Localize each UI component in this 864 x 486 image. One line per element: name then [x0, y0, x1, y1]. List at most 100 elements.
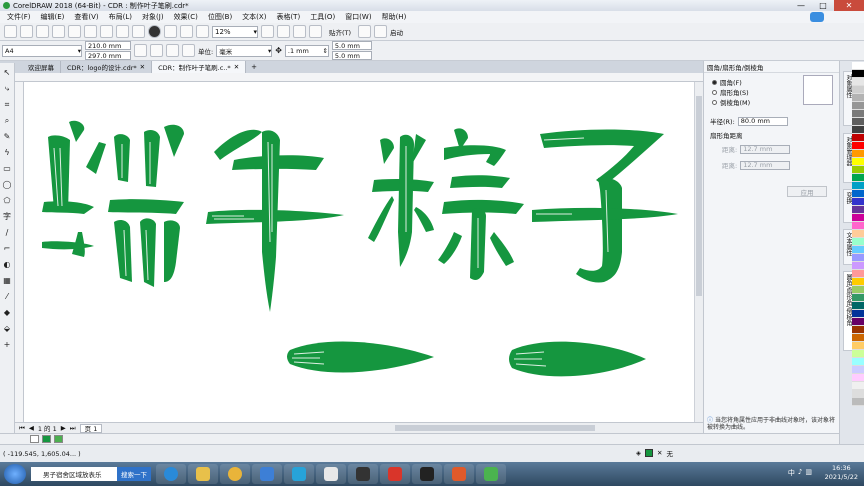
scroll-thumb[interactable]	[696, 96, 702, 296]
portrait-icon[interactable]	[134, 44, 147, 57]
document-tab-1[interactable]: CDR：logo的设计.cdr* ✕	[61, 61, 153, 73]
app-icon-5[interactable]	[412, 464, 442, 484]
polygon-tool-icon[interactable]: ⬠	[2, 195, 12, 207]
swatch-light-green[interactable]	[54, 435, 63, 443]
apply-button[interactable]: 应用	[787, 186, 827, 197]
import-icon[interactable]	[164, 25, 177, 38]
text-tool-icon[interactable]: 字	[2, 211, 12, 223]
new-document-icon[interactable]	[4, 25, 17, 38]
clock[interactable]: 16:36 2021/5/22	[825, 464, 858, 482]
open-icon[interactable]	[20, 25, 33, 38]
menu-item-7[interactable]: 文本(X)	[237, 12, 271, 22]
redo-icon[interactable]	[132, 25, 145, 38]
palette-swatch-18[interactable]	[852, 206, 864, 214]
palette-swatch-28[interactable]	[852, 286, 864, 294]
palette-swatch-23[interactable]	[852, 246, 864, 254]
palette-swatch-31[interactable]	[852, 310, 864, 318]
palette-swatch-20[interactable]	[852, 222, 864, 230]
menu-item-3[interactable]: 布局(L)	[104, 12, 137, 22]
units-select[interactable]: 毫米 ▾	[216, 44, 273, 57]
chrome-icon[interactable]	[220, 464, 250, 484]
app-icon-6[interactable]	[444, 464, 474, 484]
palette-swatch-7[interactable]	[852, 118, 864, 126]
ie-browser-icon[interactable]	[156, 464, 186, 484]
volume-icon[interactable]: ♪	[798, 468, 802, 478]
landscape-icon[interactable]	[150, 44, 163, 57]
app-icon-1[interactable]	[252, 464, 282, 484]
app-launcher-icon[interactable]	[374, 25, 388, 38]
menu-item-9[interactable]: 工具(O)	[305, 12, 340, 22]
parallel-dimension-icon[interactable]: ∕	[2, 227, 12, 239]
page-tab[interactable]: 页 1	[79, 423, 103, 433]
duplicate-y-field[interactable]: 5.0 mm	[331, 51, 372, 60]
first-page-icon[interactable]: ⏮	[19, 424, 25, 433]
palette-swatch-41[interactable]	[852, 390, 864, 398]
pick-tool-icon[interactable]: ↖	[2, 67, 12, 79]
ime-icon[interactable]: 中	[788, 468, 795, 478]
palette-swatch-33[interactable]	[852, 326, 864, 334]
print-icon[interactable]	[52, 25, 65, 38]
palette-swatch-16[interactable]	[852, 190, 864, 198]
foxit-icon[interactable]	[380, 464, 410, 484]
menu-item-2[interactable]: 查看(V)	[69, 12, 103, 22]
full-screen-icon[interactable]	[261, 25, 274, 38]
palette-swatch-13[interactable]	[852, 166, 864, 174]
distance-field-1[interactable]: 12.7 mm	[740, 144, 791, 154]
rulers-icon[interactable]	[277, 25, 290, 38]
menu-item-1[interactable]: 编辑(E)	[36, 12, 70, 22]
palette-swatch-29[interactable]	[852, 294, 864, 302]
snap-to-menu[interactable]: 贴齐(T)	[329, 27, 351, 37]
page-width-field[interactable]: 210.0 mm	[85, 41, 131, 50]
options-gear-icon[interactable]	[358, 25, 372, 38]
paste-icon[interactable]	[100, 25, 113, 38]
palette-swatch-42[interactable]	[852, 398, 864, 406]
palette-swatch-8[interactable]	[852, 126, 864, 134]
palette-swatch-2[interactable]	[852, 78, 864, 86]
palette-swatch-39[interactable]	[852, 374, 864, 382]
cut-icon[interactable]	[68, 25, 81, 38]
fill-color-swatch[interactable]	[645, 449, 653, 457]
palette-swatch-35[interactable]	[852, 342, 864, 350]
palette-swatch-4[interactable]	[852, 94, 864, 102]
grid-icon[interactable]	[293, 25, 306, 38]
search-input[interactable]: 男子宿舍区域放表乐	[31, 467, 117, 481]
palette-swatch-15[interactable]	[852, 182, 864, 190]
start-button[interactable]	[4, 464, 26, 484]
outline-icon[interactable]: ✕	[657, 449, 662, 457]
close-tab-icon[interactable]: ✕	[234, 63, 239, 71]
swatch-none[interactable]	[30, 435, 39, 443]
undo-icon[interactable]	[116, 25, 129, 38]
launch-menu[interactable]: 启动	[390, 27, 403, 37]
horizontal-ruler[interactable]	[15, 73, 703, 82]
add-tool-icon[interactable]: +	[2, 339, 12, 351]
palette-swatch-34[interactable]	[852, 334, 864, 342]
app-icon-2[interactable]	[284, 464, 314, 484]
palette-swatch-22[interactable]	[852, 238, 864, 246]
prev-page-icon[interactable]: ◀	[29, 424, 34, 432]
duplicate-x-field[interactable]: 5.0 mm	[331, 41, 372, 50]
current-page-icon[interactable]	[182, 44, 195, 57]
file-explorer-icon[interactable]	[188, 464, 218, 484]
copy-icon[interactable]	[84, 25, 97, 38]
next-page-icon[interactable]: ▶	[61, 424, 66, 432]
palette-swatch-11[interactable]	[852, 150, 864, 158]
vertical-scrollbar[interactable]	[694, 82, 703, 422]
palette-swatch-19[interactable]	[852, 214, 864, 222]
palette-swatch-12[interactable]	[852, 158, 864, 166]
palette-swatch-32[interactable]	[852, 318, 864, 326]
palette-swatch-36[interactable]	[852, 350, 864, 358]
palette-swatch-1[interactable]	[852, 70, 864, 78]
palette-swatch-38[interactable]	[852, 366, 864, 374]
app-icon-3[interactable]	[316, 464, 346, 484]
palette-swatch-27[interactable]	[852, 278, 864, 286]
search-content-icon[interactable]	[148, 25, 161, 38]
page-height-field[interactable]: 297.0 mm	[85, 51, 131, 60]
last-page-icon[interactable]: ⏭	[70, 424, 76, 433]
palette-swatch-30[interactable]	[852, 302, 864, 310]
palette-swatch-21[interactable]	[852, 230, 864, 238]
menu-item-10[interactable]: 窗口(W)	[340, 12, 376, 22]
new-tab-icon[interactable]: +	[246, 63, 262, 71]
close-button[interactable]: ✕	[834, 0, 864, 11]
interactive-fill-icon[interactable]: ◆	[2, 307, 12, 319]
menu-item-6[interactable]: 位图(B)	[203, 12, 237, 22]
